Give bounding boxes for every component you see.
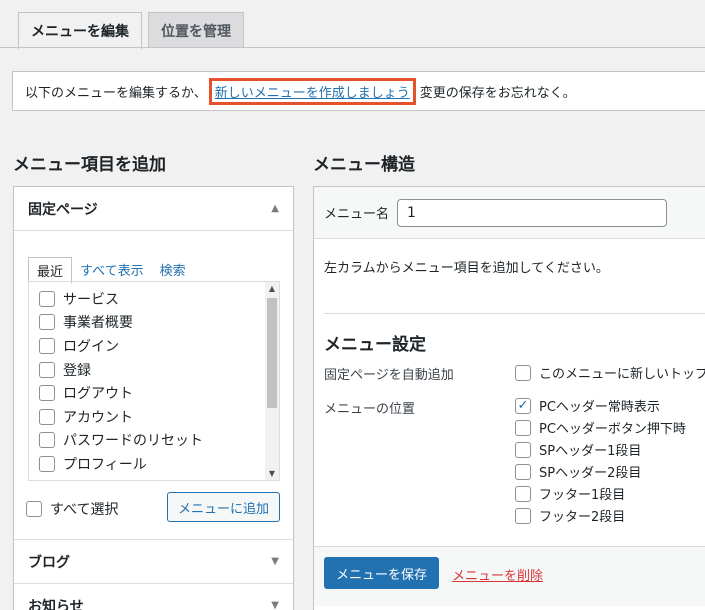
pages-list: サービス 事業者概要 ログイン 登録 ログアウト アカウント パスワードのリセッ…	[29, 282, 279, 476]
edit-menus-notice: 以下のメニューを編集するか、 新しいメニューを作成しましょう 変更の保存をお忘れ…	[12, 71, 705, 111]
location-label: PCヘッダー常時表示	[539, 400, 660, 415]
notice-prefix: 以下のメニューを編集するか、	[25, 85, 207, 101]
location-option[interactable]: フッター1段目	[515, 484, 625, 503]
pages-inner-tabs: 最近 すべて表示 検索	[28, 257, 194, 284]
menu-name-row: メニュー名 1	[314, 187, 705, 239]
list-item[interactable]: ログアウト	[29, 381, 279, 405]
list-item[interactable]: ログイン	[29, 334, 279, 358]
list-item[interactable]: パスワードのリセット	[29, 429, 279, 453]
location-label: SPヘッダー1段目	[539, 444, 642, 459]
accordion-pages-label: 固定ページ	[28, 201, 98, 218]
checkbox[interactable]	[39, 408, 55, 425]
location-label: PCヘッダーボタン押下時	[539, 422, 686, 437]
add-to-menu-button[interactable]: メニューに追加	[167, 492, 281, 522]
tab-edit-menus[interactable]: メニューを編集	[18, 12, 142, 49]
menu-structure-panel: メニュー名 1 左カラムからメニュー項目を追加してください。 メニュー設定 固定…	[313, 186, 705, 610]
auto-add-option-label: このメニューに新しいトップ	[539, 367, 705, 382]
scrollbar[interactable]: ▲ ▼	[265, 282, 279, 480]
list-item[interactable]: サービス	[29, 287, 279, 311]
checkbox[interactable]	[39, 290, 55, 307]
checkbox[interactable]	[515, 419, 531, 436]
list-item[interactable]: プロフィール	[29, 452, 279, 476]
accordion-news-label: お知らせ	[28, 598, 84, 610]
scroll-up-icon[interactable]: ▲	[265, 284, 279, 293]
location-option[interactable]: ✓ PCヘッダー常時表示	[515, 396, 660, 415]
add-menu-items-panel: 固定ページ ▲ 最近 すべて表示 検索 サービス 事業者概要 ログイン 登録 ロ…	[13, 186, 294, 610]
tab-view-all[interactable]: すべて表示	[72, 257, 152, 284]
checkbox[interactable]	[39, 314, 55, 331]
checkbox[interactable]	[515, 441, 531, 458]
checkbox[interactable]	[515, 507, 531, 524]
tabs-divider	[0, 47, 705, 48]
select-all-checkbox[interactable]: すべて選択	[26, 499, 118, 519]
checkbox[interactable]	[39, 361, 55, 378]
divider	[324, 313, 705, 314]
location-option[interactable]: SPヘッダー2段目	[515, 462, 641, 481]
add-menu-items-title: メニュー項目を追加	[13, 155, 166, 175]
menu-footer: メニューを保存 メニューを削除	[314, 546, 705, 606]
location-option[interactable]: フッター2段目	[515, 506, 625, 525]
nav-tabs: メニューを編集 位置を管理	[18, 12, 244, 49]
scroll-thumb[interactable]	[267, 298, 277, 408]
page-label: アカウント	[63, 409, 133, 426]
page-label: 登録	[63, 362, 91, 379]
tab-search[interactable]: 検索	[152, 257, 194, 284]
expand-arrow-icon: ▼	[271, 556, 279, 567]
accordion-blog[interactable]: ブログ ▼	[14, 539, 293, 583]
menu-name-label: メニュー名	[324, 207, 390, 222]
menu-hint-text: 左カラムからメニュー項目を追加してください。	[324, 261, 609, 276]
expand-arrow-icon: ▼	[271, 600, 279, 610]
collapse-arrow-icon: ▲	[271, 203, 279, 214]
list-item[interactable]: アカウント	[29, 405, 279, 429]
tab-most-recent[interactable]: 最近	[28, 257, 73, 284]
scroll-down-icon[interactable]: ▼	[265, 469, 279, 478]
location-label: SPヘッダー2段目	[539, 466, 642, 481]
page-label: 事業者概要	[63, 315, 133, 332]
location-label: フッター2段目	[539, 510, 626, 525]
accordion-pages[interactable]: 固定ページ ▲	[14, 187, 293, 231]
page-label: サービス	[63, 291, 119, 308]
location-option[interactable]: SPヘッダー1段目	[515, 440, 641, 459]
checkbox[interactable]	[39, 385, 55, 402]
menu-structure-title: メニュー構造	[313, 155, 415, 175]
notice-suffix: 変更の保存をお忘れなく。	[419, 85, 576, 101]
list-item[interactable]: 事業者概要	[29, 311, 279, 335]
tab-manage-locations[interactable]: 位置を管理	[148, 12, 244, 48]
location-option[interactable]: PCヘッダーボタン押下時	[515, 418, 686, 437]
location-label: フッター1段目	[539, 488, 626, 503]
checkbox-checked[interactable]: ✓	[515, 397, 531, 414]
list-item[interactable]: 登録	[29, 358, 279, 382]
page-label: ログアウト	[63, 386, 133, 403]
menu-settings-title: メニュー設定	[324, 335, 426, 355]
create-new-menu-link[interactable]: 新しいメニューを作成しましょう	[208, 77, 416, 105]
checkbox[interactable]	[515, 364, 531, 381]
checkbox[interactable]	[515, 463, 531, 480]
checkbox[interactable]	[39, 455, 55, 472]
auto-add-label: 固定ページを自動追加	[324, 368, 454, 383]
checkbox[interactable]	[515, 485, 531, 502]
checkbox[interactable]	[39, 337, 55, 354]
select-all-label: すべて選択	[50, 502, 119, 518]
accordion-blog-label: ブログ	[28, 554, 70, 571]
menu-location-label: メニューの位置	[324, 402, 416, 417]
page-label: プロフィール	[63, 456, 147, 473]
checkbox[interactable]	[26, 501, 42, 517]
menu-name-input[interactable]: 1	[397, 198, 668, 227]
pages-checklist: サービス 事業者概要 ログイン 登録 ログアウト アカウント パスワードのリセッ…	[28, 281, 280, 481]
page-label: ログイン	[63, 338, 119, 355]
auto-add-pages-option[interactable]: このメニューに新しいトップ	[515, 363, 705, 382]
page-label: パスワードのリセット	[63, 433, 203, 450]
delete-menu-link[interactable]: メニューを削除	[452, 565, 543, 584]
accordion-news[interactable]: お知らせ ▼	[14, 583, 293, 610]
save-menu-button[interactable]: メニューを保存	[324, 557, 440, 589]
checkbox[interactable]	[39, 432, 55, 449]
